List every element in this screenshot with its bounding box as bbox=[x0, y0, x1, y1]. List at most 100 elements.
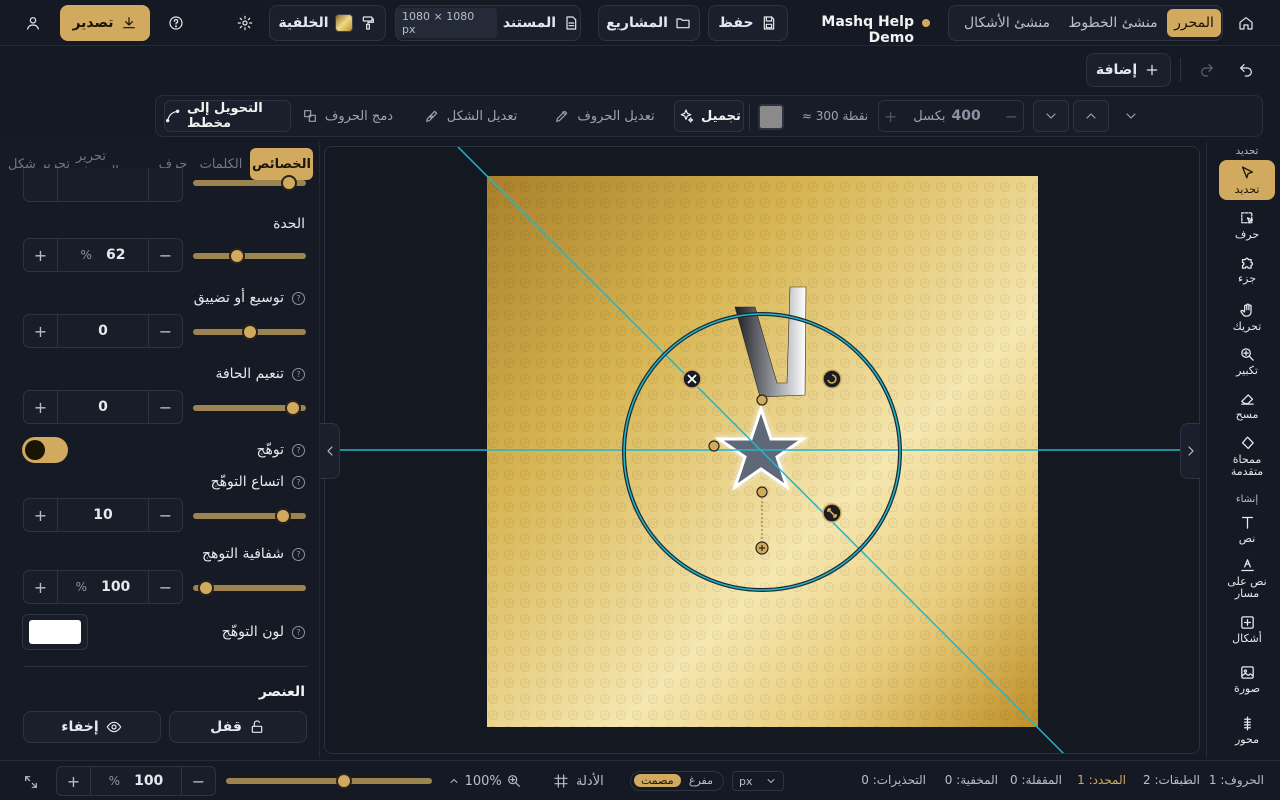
help-icon[interactable]: ? bbox=[292, 443, 305, 457]
previous-slider-knob[interactable] bbox=[281, 175, 297, 191]
tool-text-on-path[interactable]: نص على مسار bbox=[1219, 556, 1275, 600]
expand-slider-knob[interactable] bbox=[242, 324, 258, 340]
previous-minus-button[interactable] bbox=[149, 168, 182, 201]
anchor-point[interactable] bbox=[756, 486, 768, 498]
glow-spread-value-box[interactable]: 10 bbox=[57, 499, 149, 531]
tool-part[interactable]: جزء bbox=[1219, 252, 1275, 286]
previous-plus-button[interactable] bbox=[24, 168, 57, 201]
help-icon[interactable]: ? bbox=[292, 475, 305, 489]
previous-slider[interactable] bbox=[193, 175, 306, 191]
undo-button[interactable] bbox=[1234, 58, 1258, 82]
mode-hollow[interactable]: مفرغ bbox=[689, 774, 713, 787]
left-panel-collapse-handle[interactable] bbox=[320, 423, 340, 479]
tool-move[interactable]: تحريك bbox=[1219, 300, 1275, 334]
tool-text[interactable]: نص bbox=[1219, 512, 1275, 546]
right-panel-collapse-handle[interactable] bbox=[1180, 423, 1200, 479]
toolbar-collapse-button[interactable] bbox=[1116, 100, 1146, 132]
save-button[interactable]: حفظ bbox=[708, 5, 788, 41]
glow-opacity-minus-button[interactable]: − bbox=[149, 571, 182, 603]
unit-select[interactable]: px bbox=[732, 771, 784, 791]
expand-slider[interactable] bbox=[193, 324, 306, 340]
redo-button[interactable] bbox=[1195, 58, 1219, 82]
background-button[interactable]: الخلفية bbox=[269, 5, 386, 41]
home-button[interactable] bbox=[1234, 12, 1258, 34]
expand-minus-button[interactable]: − bbox=[149, 315, 182, 347]
help-icon[interactable]: ? bbox=[292, 625, 305, 639]
move-down-button[interactable] bbox=[1033, 100, 1069, 132]
document-button[interactable]: 1080 × 1080 px المستند bbox=[395, 5, 581, 41]
tool-image[interactable]: صورة bbox=[1219, 662, 1275, 696]
smooth-edge-slider[interactable] bbox=[193, 400, 306, 416]
fullscreen-button[interactable] bbox=[20, 771, 42, 793]
tab-properties[interactable]: الخصائص bbox=[250, 148, 313, 180]
help-icon[interactable]: ? bbox=[292, 291, 305, 305]
sharpness-value-box[interactable]: % 62 bbox=[57, 239, 149, 271]
sharpness-slider-knob[interactable] bbox=[229, 248, 245, 264]
user-button[interactable] bbox=[22, 12, 44, 34]
glow-opacity-value-box[interactable]: % 100 bbox=[57, 571, 149, 603]
smooth-edge-minus-button[interactable]: − bbox=[149, 391, 182, 423]
edit-letters-button[interactable]: تعديل الحروف bbox=[542, 100, 666, 132]
width-value[interactable]: 400 bbox=[952, 108, 981, 124]
zoom-stepper[interactable]: + % 100 − bbox=[56, 766, 216, 796]
glow-opacity-slider-knob[interactable] bbox=[198, 580, 214, 596]
glow-opacity-plus-button[interactable]: + bbox=[24, 571, 57, 603]
export-button[interactable]: تصدير bbox=[60, 5, 150, 41]
zoom-in-button[interactable]: + bbox=[57, 767, 90, 795]
help-icon[interactable]: ? bbox=[292, 547, 305, 561]
convert-to-outline-button[interactable]: التحويل إلى مخطط bbox=[164, 100, 291, 132]
tool-erase[interactable]: مسح bbox=[1219, 388, 1275, 422]
width-minus-icon[interactable]: − bbox=[1005, 107, 1018, 126]
zoom-icon[interactable] bbox=[506, 772, 522, 790]
sharpness-slider[interactable] bbox=[193, 248, 306, 264]
merge-letters-button[interactable]: دمج الحروف bbox=[296, 100, 398, 132]
zoom-slider-knob[interactable] bbox=[336, 773, 352, 789]
glow-spread-plus-button[interactable]: + bbox=[24, 499, 57, 531]
tool-zoom[interactable]: تكبير bbox=[1219, 344, 1275, 378]
expand-plus-button[interactable]: + bbox=[24, 315, 57, 347]
smooth-edge-slider-knob[interactable] bbox=[285, 400, 301, 416]
glow-opacity-slider[interactable] bbox=[193, 580, 306, 596]
sharpness-plus-button[interactable]: + bbox=[24, 239, 57, 271]
lock-button[interactable]: قفل bbox=[169, 711, 307, 743]
zoom-slider[interactable] bbox=[226, 773, 432, 789]
expand-stepper[interactable]: + 0 − bbox=[23, 314, 183, 348]
width-plus-icon[interactable]: + bbox=[884, 107, 897, 126]
move-up-button[interactable] bbox=[1073, 100, 1109, 132]
chevron-up-icon[interactable] bbox=[448, 772, 461, 790]
mode-solid[interactable]: مصمت bbox=[634, 774, 681, 787]
tool-select[interactable]: تحديد bbox=[1219, 160, 1275, 200]
zoom-value-box[interactable]: % 100 bbox=[90, 767, 182, 795]
sharpness-stepper[interactable]: + % 62 − bbox=[23, 238, 183, 272]
smooth-edge-plus-button[interactable]: + bbox=[24, 391, 57, 423]
mode-shape-builder[interactable]: منشئ الأشكال bbox=[955, 9, 1059, 37]
sharpness-minus-button[interactable]: − bbox=[149, 239, 182, 271]
smooth-edge-value-box[interactable]: 0 bbox=[57, 391, 149, 423]
canvas-viewport[interactable] bbox=[324, 146, 1200, 754]
glow-spread-stepper[interactable]: + 10 − bbox=[23, 498, 183, 532]
help-button[interactable] bbox=[165, 12, 187, 34]
projects-button[interactable]: المشاريع bbox=[598, 5, 700, 41]
previous-stepper[interactable] bbox=[23, 168, 183, 202]
glow-spread-minus-button[interactable]: − bbox=[149, 499, 182, 531]
smooth-edge-stepper[interactable]: + 0 − bbox=[23, 390, 183, 424]
glow-toggle[interactable] bbox=[22, 437, 68, 463]
expand-value-box[interactable]: 0 bbox=[57, 315, 149, 347]
rotate-handle[interactable] bbox=[822, 369, 842, 389]
tab-words[interactable]: الكلمات bbox=[196, 148, 246, 180]
hide-button[interactable]: إخفاء bbox=[23, 711, 161, 743]
anchor-point[interactable] bbox=[708, 440, 720, 452]
tool-letter[interactable]: حرف bbox=[1219, 208, 1275, 242]
glow-spread-slider-knob[interactable] bbox=[275, 508, 291, 524]
glow-spread-slider[interactable] bbox=[193, 508, 306, 524]
anchor-point[interactable] bbox=[756, 394, 768, 406]
help-icon[interactable]: ? bbox=[292, 367, 305, 381]
canvas-svg[interactable] bbox=[325, 147, 1200, 754]
tool-shapes[interactable]: أشكال bbox=[1219, 612, 1275, 646]
settings-button[interactable] bbox=[234, 12, 256, 34]
width-stepper[interactable]: + بكسل 400 − bbox=[878, 100, 1024, 132]
tool-axis[interactable]: محور bbox=[1219, 712, 1275, 748]
mode-font-builder[interactable]: منشئ الخطوط bbox=[1063, 9, 1163, 37]
add-button[interactable]: إضافة bbox=[1086, 53, 1171, 87]
zoom-out-button[interactable]: − bbox=[182, 767, 215, 795]
